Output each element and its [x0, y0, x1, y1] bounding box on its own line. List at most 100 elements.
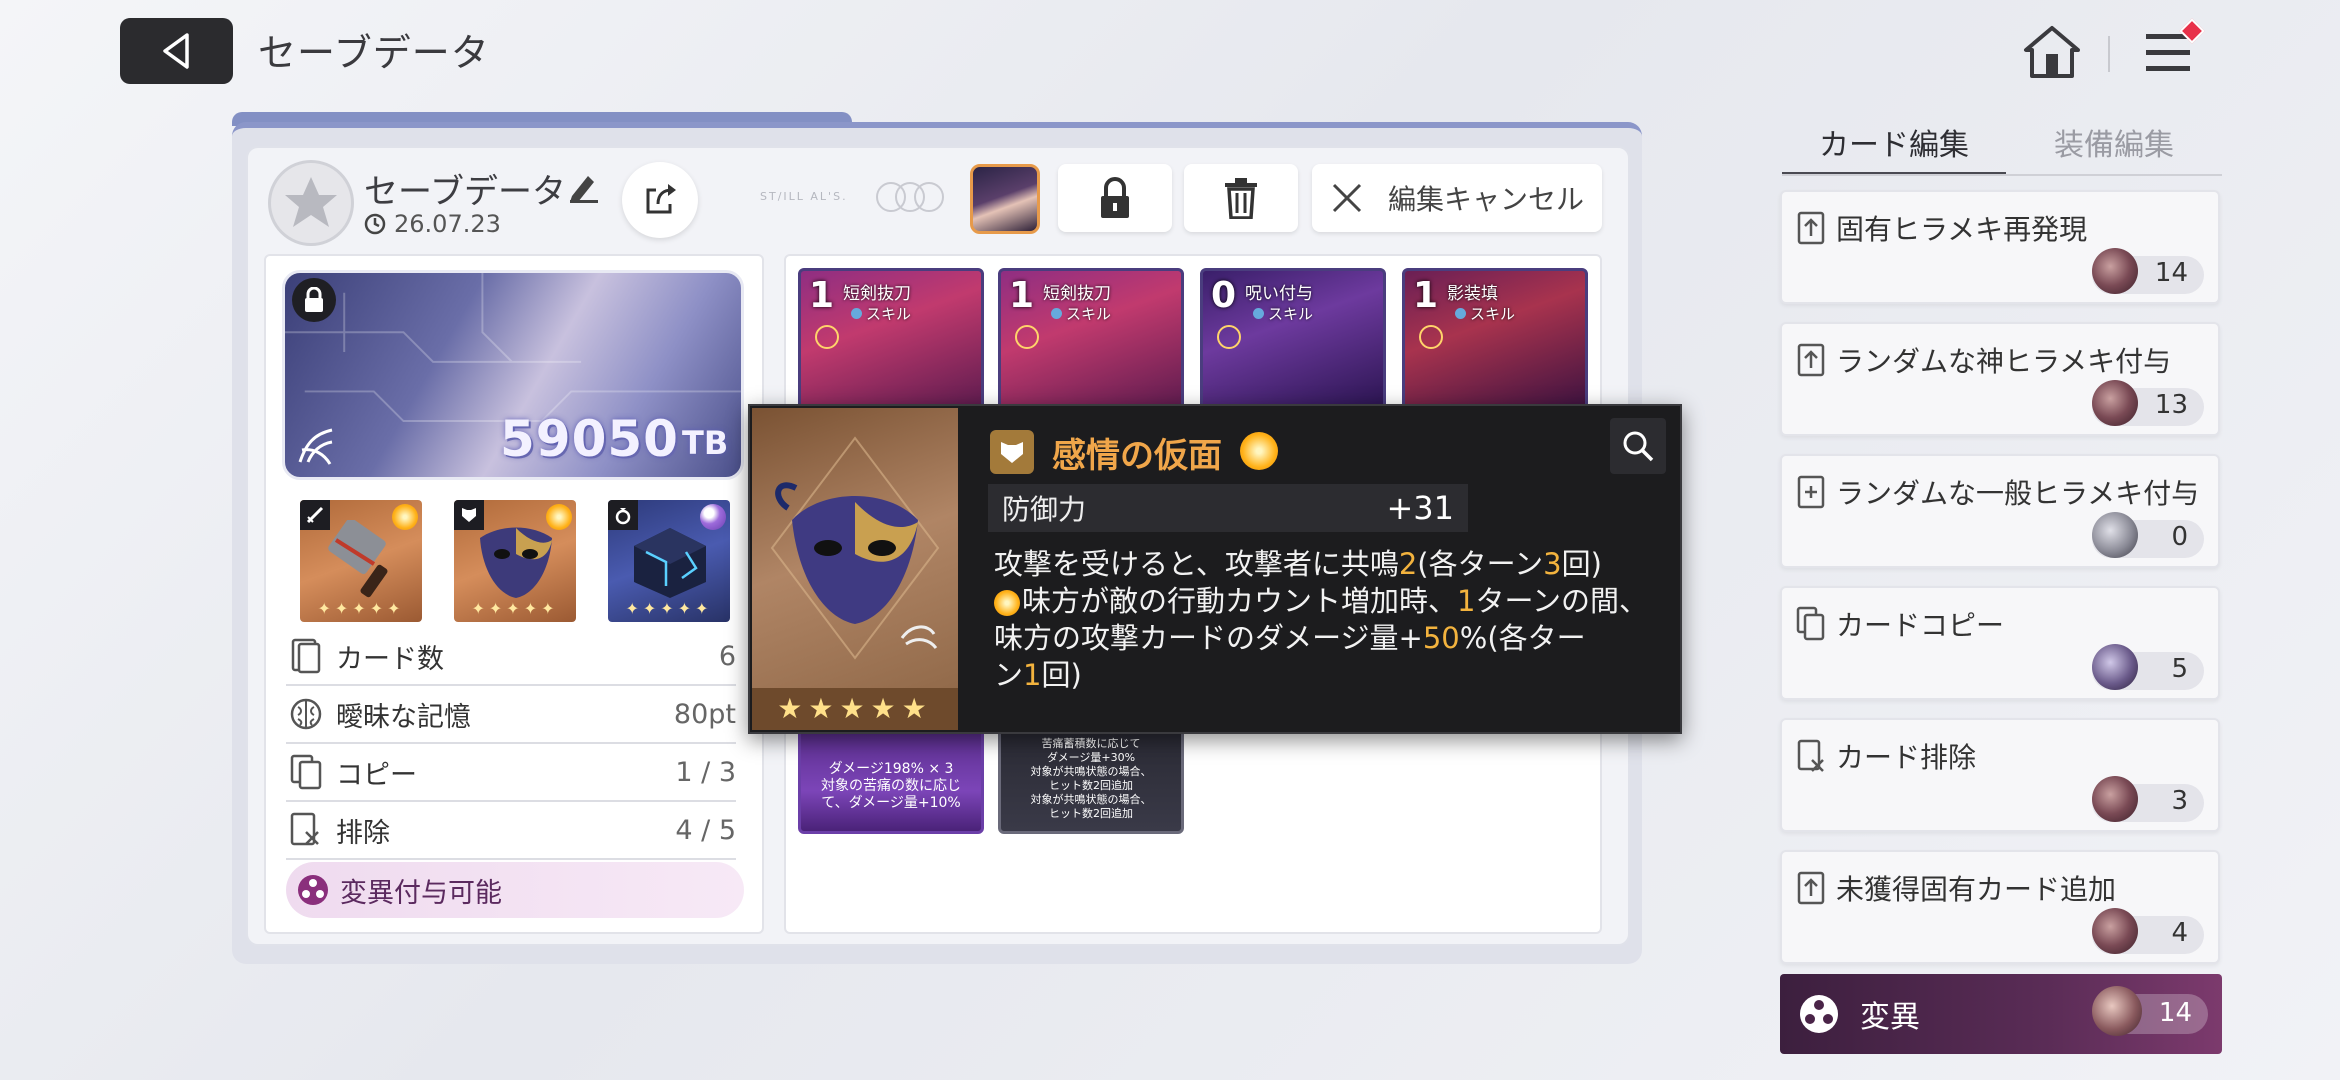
- remove-card-icon: [286, 810, 326, 850]
- character-avatar[interactable]: [970, 164, 1040, 234]
- divider: [2108, 36, 2110, 72]
- sidebar-item-unique-reawaken[interactable]: 固有ヒラメキ再発現 14: [1780, 190, 2220, 304]
- item-count: 4: [2171, 918, 2188, 948]
- card-plus-icon: [1797, 211, 1825, 245]
- mutation-icon: [1800, 995, 1838, 1033]
- cleaver-item-icon: [328, 520, 388, 598]
- close-icon: [1332, 183, 1362, 213]
- target-icon: [1217, 325, 1241, 349]
- desc-text: 攻撃を受けると、攻撃者に共鳴: [994, 547, 1399, 581]
- sidebar-item-random-god-inspiration[interactable]: ランダムな神ヒラメキ付与 13: [1780, 322, 2220, 436]
- stat-value: 6: [718, 640, 736, 672]
- clock-icon: [364, 213, 386, 235]
- search-icon: [1623, 431, 1654, 462]
- save-date: 26.07.23: [364, 210, 501, 238]
- target-icon: [1015, 325, 1039, 349]
- stat-value: 1 / 3: [675, 756, 736, 788]
- tooltip-stat-row: 防御力 +31: [988, 484, 1468, 532]
- mutation-button[interactable]: 変異 14: [1780, 974, 2222, 1054]
- stat-remove: 排除 4 / 5: [286, 802, 736, 860]
- card-plus-icon: [1797, 343, 1825, 377]
- resource-coin-icon: [2092, 776, 2138, 822]
- card-text: ダメージ量+30%: [1046, 751, 1136, 764]
- tab-divider: [1782, 174, 2222, 176]
- stat-label: 曖昧な記憶: [336, 701, 471, 733]
- deck-card[interactable]: 1 短剣抜刀 スキル: [998, 268, 1184, 414]
- desc-text: %(各ター: [1459, 621, 1586, 655]
- card-text: ヒット数2回追加: [1049, 779, 1133, 792]
- sun-icon: [994, 590, 1020, 616]
- item-count: 14: [2154, 258, 2188, 288]
- rings-decoration-icon: [876, 182, 944, 212]
- sidebar-item-card-copy[interactable]: カードコピー 5: [1780, 586, 2220, 700]
- page-title: セーブデータ: [258, 31, 490, 75]
- sidebar-item-label: カード排除: [1836, 741, 1977, 774]
- tooltip-description: 攻撃を受けると、攻撃者に共鳴2(各ターン3回) 味方が敵の行動カウント増加時、1…: [994, 546, 1664, 694]
- deck-card[interactable]: 0 呪い付与 スキル: [1200, 268, 1386, 414]
- edit-cancel-label: 編集キャンセル: [1387, 183, 1584, 216]
- tooltip-detail-button[interactable]: [1610, 418, 1666, 474]
- cube-item-icon: [634, 528, 706, 598]
- stat-label: カード数: [336, 643, 444, 675]
- mask-item-icon: [770, 436, 940, 660]
- desc-highlight: 1: [1457, 584, 1476, 618]
- sidebar-item-random-normal-inspiration[interactable]: ランダムな一般ヒラメキ付与 0: [1780, 454, 2220, 568]
- resource-coin-icon: [2092, 248, 2138, 294]
- deck-card[interactable]: 1 影装填 スキル: [1402, 268, 1588, 414]
- item-count: 5: [2171, 654, 2188, 684]
- sidebar-item-card-remove[interactable]: カード排除 3: [1780, 718, 2220, 832]
- desc-text: 味方が敵の行動カウント増加時、: [1022, 584, 1458, 618]
- tab-card-edit[interactable]: カード編集: [1782, 120, 2006, 176]
- sidebar-item-add-unique-card[interactable]: 未獲得固有カード追加 4: [1780, 850, 2220, 964]
- desc-text: ン: [994, 658, 1024, 692]
- sidebar-item-label: ランダムな一般ヒラメキ付与: [1836, 477, 2200, 510]
- pencil-icon: [570, 176, 598, 203]
- stat-label: コピー: [336, 759, 417, 791]
- item-count: 0: [2171, 522, 2188, 552]
- card-text: ダメージ198% × 3: [828, 761, 954, 777]
- desc-text: 味方の攻撃カードのダメージ量+: [994, 621, 1423, 655]
- deck-card[interactable]: 1 短剣抜刀 スキル: [798, 268, 984, 414]
- card-text: て、ダメージ量+10%: [821, 795, 961, 811]
- equipment-stars: ✦✦✦✦✦: [317, 599, 405, 618]
- desc-highlight: 2: [1398, 547, 1418, 581]
- resource-coin-icon: [2092, 644, 2138, 690]
- card-text: 対象が共鳴状態の場合、: [1030, 793, 1152, 806]
- equipment-slot-armor[interactable]: ✦✦✦✦✦: [454, 500, 576, 622]
- delete-button[interactable]: [1184, 164, 1298, 232]
- item-count: 13: [2154, 390, 2188, 420]
- tab-equipment-edit[interactable]: 装備編集: [2006, 120, 2222, 176]
- star-icon: [285, 177, 337, 227]
- equipment-slot-weapon[interactable]: ✦✦✦✦✦: [300, 500, 422, 622]
- card-text: 対象が共鳴状態の場合、: [1030, 765, 1152, 778]
- mask-item-icon: [480, 527, 552, 598]
- sidebar-item-label: 未獲得固有カード追加: [1836, 873, 2117, 906]
- brain-icon: [286, 694, 326, 734]
- back-button[interactable]: [120, 18, 233, 84]
- lock-button[interactable]: [1058, 164, 1172, 232]
- item-count: 3: [2171, 786, 2188, 816]
- home-button[interactable]: [2022, 22, 2082, 82]
- deck-card-lower[interactable]: 苦痛蓄積数に応じて ダメージ量+30% 対象が共鳴状態の場合、 ヒット数2回追加…: [998, 728, 1184, 834]
- share-button[interactable]: [622, 162, 698, 238]
- card-name: 影装填: [1447, 284, 1498, 304]
- edit-cancel-button[interactable]: 編集キャンセル: [1312, 164, 1602, 232]
- resource-coin-icon: [2092, 380, 2138, 426]
- edit-name-button[interactable]: [566, 170, 600, 204]
- deck-card-lower[interactable]: ダメージ198% × 3 対象の苦痛の数に応じ て、ダメージ量+10%: [798, 728, 984, 834]
- desc-highlight: 50: [1422, 621, 1460, 655]
- card-type: スキル: [851, 303, 911, 324]
- save-date-text: 26.07.23: [394, 210, 501, 238]
- card-plus-icon: [1797, 871, 1825, 905]
- card-type: スキル: [1051, 303, 1111, 324]
- mutation-count: 14: [2158, 998, 2192, 1028]
- sidebar-item-label: 固有ヒラメキ再発現: [1836, 213, 2088, 246]
- tooltip-title: 感情の仮面: [1052, 436, 1222, 476]
- stat-label: 排除: [336, 817, 390, 849]
- mutation-available-label: 変異付与可能: [340, 877, 502, 909]
- mask-coin-icon: [2092, 986, 2142, 1036]
- desc-text: 回): [1041, 658, 1082, 692]
- mutation-label: 変異: [1860, 1000, 1920, 1035]
- equipment-slot-accessory[interactable]: ✦✦✦✦✦: [608, 500, 730, 622]
- card-cost: 1: [1009, 275, 1035, 316]
